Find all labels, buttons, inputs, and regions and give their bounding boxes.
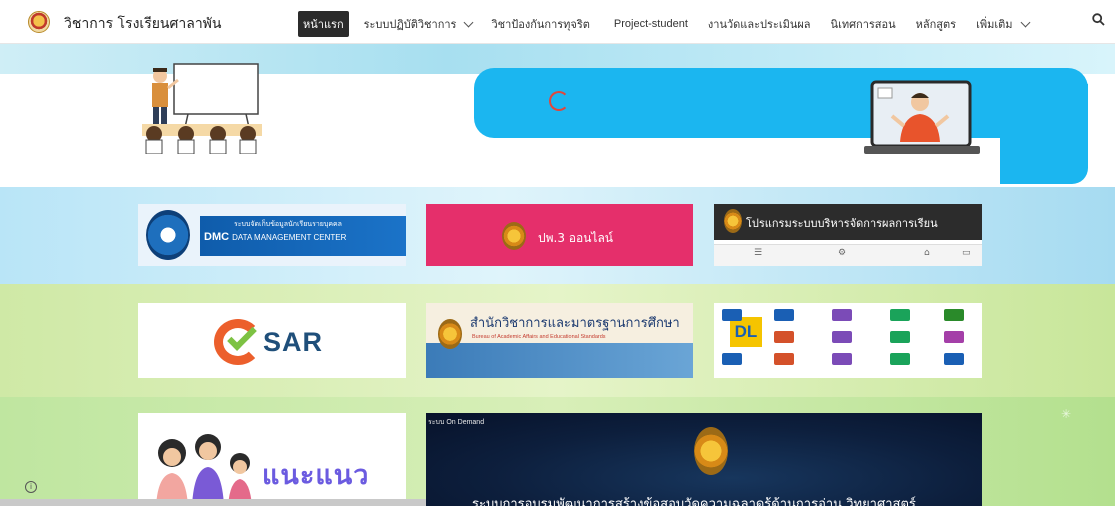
guidance-hub-banner-link[interactable]: แนะแนว	[138, 413, 406, 506]
online-teacher-laptop-illustration	[864, 80, 980, 154]
nav-item-anti-corruption[interactable]: วิชาป้องกันการทุจริต	[491, 11, 589, 37]
dlit-tile	[832, 331, 852, 343]
seal-icon	[694, 427, 728, 475]
students-group-illustration	[156, 434, 252, 506]
dmc-subtitle: DMC DATA MANAGEMENT CENTER	[204, 231, 346, 243]
home-icon: ⌂	[924, 248, 930, 258]
dlit-tile	[890, 353, 910, 365]
nav-item-supervision[interactable]: นิเทศการสอน	[831, 11, 896, 37]
school-logo-icon[interactable]	[28, 11, 50, 33]
dlit-tile	[832, 309, 852, 321]
dlit-tile	[944, 353, 964, 365]
dmc-subtitle-text: DATA MANAGEMENT CENTER	[232, 233, 347, 242]
guidance-label: แนะแนว	[262, 460, 370, 490]
dlit-tile	[944, 331, 964, 343]
dlit-tile	[722, 353, 742, 365]
hero-blue-panel-side	[1000, 84, 1088, 184]
dlit-logo: DL	[730, 317, 762, 347]
obec-emblem-icon	[146, 210, 190, 260]
nav-item-more[interactable]: เพิ่มเติม	[976, 11, 1030, 37]
nav-item-academic-system-label: ระบบปฏิบัติวิชาการ	[363, 19, 457, 31]
loading-spinner-icon	[549, 91, 569, 111]
inbox-icon: ▭	[962, 248, 971, 258]
teacher-classroom-illustration	[142, 63, 262, 154]
page: ระบบจัดเก็บข้อมูลนักเรียนรายบุคคล DMC DA…	[0, 0, 1115, 506]
settings-icon: ⚙	[838, 248, 847, 258]
seal-icon	[724, 209, 742, 233]
dmc-abbr: DMC	[204, 231, 230, 243]
nav-item-curriculum[interactable]: หลักสูตร	[916, 11, 956, 37]
dlit-tile	[774, 353, 794, 365]
top-navigation-bar: วิชาการ โรงเรียนศาลาพัน หน้าแรก ระบบปฏิบ…	[0, 0, 1115, 44]
sar-banner-link[interactable]: SAR	[138, 303, 406, 378]
dlit-banner-link[interactable]: DL	[714, 303, 982, 378]
nav-item-project-student[interactable]: Project-student	[614, 14, 688, 34]
menu-icon: ☰	[754, 248, 763, 258]
bureau-blue-strip	[426, 343, 693, 378]
main-menu: หน้าแรก ระบบปฏิบัติวิชาการ วิชาป้องกันกา…	[298, 11, 1030, 37]
nav-item-more-label: เพิ่มเติม	[976, 19, 1013, 31]
on-demand-tag: ระบบ On Demand	[428, 419, 485, 426]
sparkle-icon: ✳	[1061, 407, 1072, 421]
pw3-label: ปพ.3 ออนไลน์	[538, 231, 613, 245]
dlit-tile	[944, 309, 964, 321]
bureau-academic-banner-link[interactable]: สำนักวิชาการและมาตรฐานการศึกษา Bureau of…	[426, 303, 693, 378]
grade-banner-title: โปรแกรมระบบบริหารจัดการผลการเรียน	[746, 217, 938, 230]
nav-item-home[interactable]: หน้าแรก	[298, 11, 349, 37]
dmc-title: ระบบจัดเก็บข้อมูลนักเรียนรายบุคคล	[234, 221, 342, 228]
dlit-tile	[774, 309, 794, 321]
sar-label: SAR	[263, 327, 324, 357]
grade-management-banner-link[interactable]: โปรแกรมระบบบริหารจัดการผลการเรียน ☰ ⚙ ⌂ …	[714, 204, 982, 266]
on-demand-training-banner-link[interactable]: ระบบ On Demand ระบบการอบรมพัฒนาการสร้างข…	[426, 413, 982, 506]
seal-icon	[502, 222, 526, 250]
nav-item-academic-system[interactable]: ระบบปฏิบัติวิชาการ	[363, 11, 474, 37]
search-icon[interactable]	[1092, 13, 1105, 26]
dlit-tile	[774, 331, 794, 343]
bureau-subtitle: Bureau of Academic Affairs and Education…	[472, 334, 606, 340]
dlit-tile	[832, 353, 852, 365]
site-title[interactable]: วิชาการ โรงเรียนศาลาพัน	[64, 13, 221, 35]
nav-item-assessment[interactable]: งานวัดและประเมินผล	[708, 11, 811, 37]
dmc-banner-link[interactable]: ระบบจัดเก็บข้อมูลนักเรียนรายบุคคล DMC DA…	[138, 204, 406, 266]
dlit-tile	[890, 331, 910, 343]
info-icon[interactable]: i	[25, 481, 37, 493]
chevron-down-icon	[1020, 17, 1030, 27]
seal-icon	[438, 319, 462, 349]
chevron-down-icon	[464, 17, 474, 27]
pw3-online-banner-link[interactable]: ปพ.3 ออนไลน์	[426, 204, 693, 266]
on-demand-title: ระบบการอบรมพัฒนาการสร้างข้อสอบวัดความฉลา…	[472, 497, 916, 506]
bottom-status-strip	[0, 499, 426, 506]
bureau-title: สำนักวิชาการและมาตรฐานการศึกษา	[470, 316, 680, 331]
dlit-tile	[722, 309, 742, 321]
dlit-tile	[890, 309, 910, 321]
